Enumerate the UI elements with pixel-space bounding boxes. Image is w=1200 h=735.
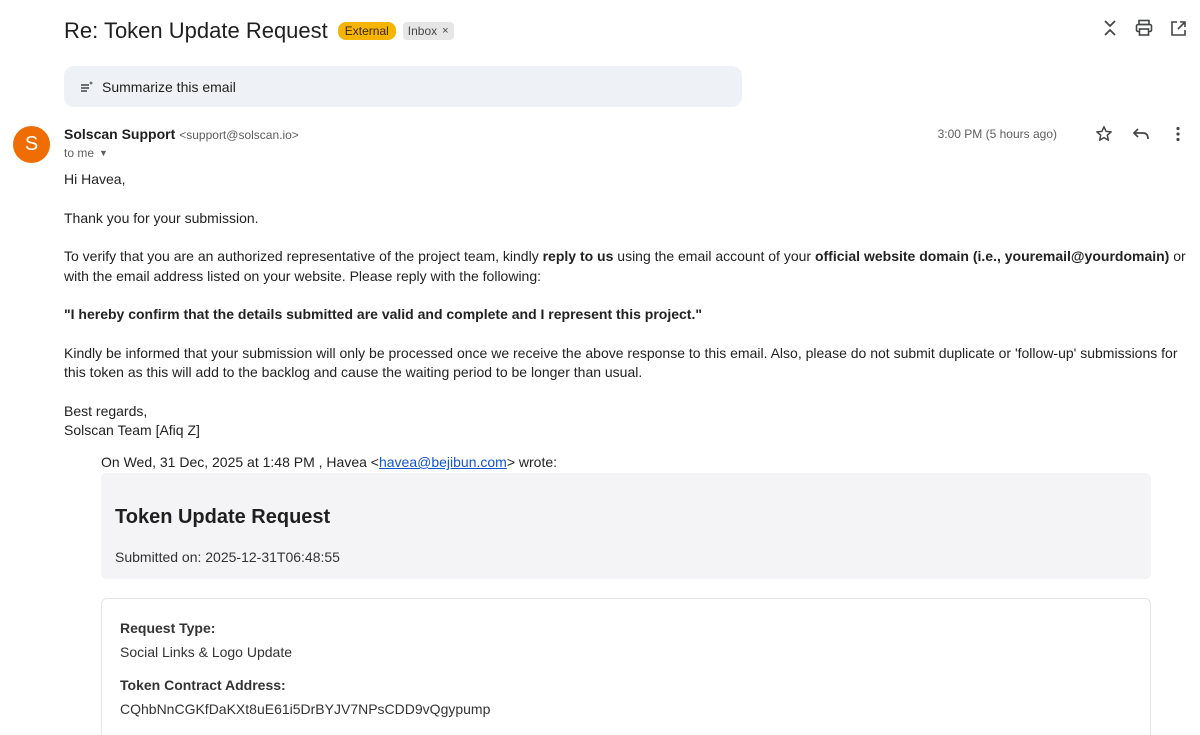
- request-type-label: Request Type:: [120, 620, 216, 636]
- chevron-down-icon: ▼: [99, 148, 108, 158]
- closing: Best regards,: [64, 402, 148, 419]
- inbox-label[interactable]: Inbox ×: [402, 22, 454, 40]
- notice-paragraph: Kindly be informed that your submission …: [64, 344, 1178, 381]
- verify-paragraph: To verify that you are an authorized rep…: [64, 248, 1186, 284]
- sender-name[interactable]: Solscan Support: [64, 126, 175, 142]
- summarize-email-button[interactable]: Summarize this email: [64, 66, 742, 107]
- more-options-button[interactable]: [1168, 124, 1188, 144]
- sender-email: <support@solscan.io>: [179, 128, 299, 142]
- summarize-icon: [81, 80, 93, 92]
- open-new-window-button[interactable]: [1168, 18, 1188, 38]
- request-type-value: Social Links & Logo Update: [120, 644, 292, 660]
- quoted-title: Token Update Request: [115, 506, 331, 528]
- confirmation-statement: "I hereby confirm that the details submi…: [64, 306, 702, 322]
- contract-address-value: CQhbNnCGKfDaKXt8uE61i5DrBYJV7NPsCDD9vQgy…: [120, 701, 491, 717]
- top-toolbar: [1100, 18, 1188, 38]
- signature: Solscan Team [Afiq Z]: [64, 422, 200, 438]
- greeting: Hi Havea,: [64, 171, 126, 187]
- message-timestamp: 3:00 PM (5 hours ago): [937, 127, 1057, 141]
- recipients-label: to me: [64, 146, 95, 160]
- reply-icon: [1132, 128, 1149, 140]
- more-vert-icon: [1176, 126, 1180, 142]
- quoted-sender-link[interactable]: havea@bejibun.com: [379, 454, 507, 470]
- sender-avatar[interactable]: S: [13, 126, 50, 163]
- quote-header: On Wed, 31 Dec, 2025 at 1:48 PM , Havea …: [101, 454, 558, 470]
- open-in-new-icon: [1170, 20, 1186, 36]
- star-button[interactable]: [1094, 124, 1114, 144]
- contract-address-label: Token Contract Address:: [120, 677, 286, 693]
- collapse-icon: [1104, 20, 1116, 36]
- message-actions: 3:00 PM (5 hours ago): [938, 124, 1188, 144]
- message-body: Hi Havea, Thank you for your submission.…: [64, 170, 1194, 441]
- email-subject: Re: Token Update Request: [64, 18, 328, 43]
- summarize-label: Summarize this email: [102, 78, 236, 95]
- sender-info: Solscan Support <support@solscan.io>: [64, 126, 299, 142]
- inbox-label-text: Inbox: [407, 24, 438, 38]
- quoted-request-details: Request Type: Social Links & Logo Update…: [101, 598, 1151, 735]
- submitted-on: Submitted on: 2025-12-31T06:48:55: [115, 549, 340, 565]
- thanks-text: Thank you for your submission.: [64, 209, 259, 226]
- subject-row: Re: Token Update Request External Inbox …: [64, 14, 454, 48]
- quoted-request-header: Token Update Request Submitted on: 2025-…: [101, 473, 1151, 579]
- print-icon: [1135, 19, 1153, 36]
- collapse-all-button[interactable]: [1100, 18, 1120, 38]
- print-button[interactable]: [1134, 18, 1154, 38]
- remove-label-button[interactable]: ×: [442, 24, 448, 38]
- reply-button[interactable]: [1131, 124, 1151, 144]
- recipients-toggle[interactable]: to me ▼: [64, 146, 108, 160]
- star-icon: [1096, 126, 1112, 141]
- external-badge: External: [337, 22, 396, 40]
